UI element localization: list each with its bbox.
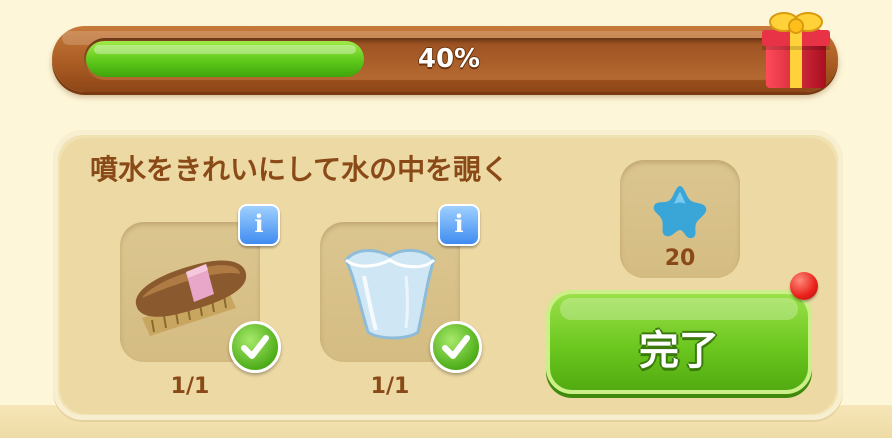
item-info-button[interactable]: i — [438, 204, 480, 246]
glass-vase-icon — [344, 249, 436, 340]
task-title: 噴水をきれいにして水の中を覗く — [90, 153, 510, 186]
progress-fill — [86, 41, 364, 77]
complete-button-label: 完了 — [639, 328, 719, 374]
progress-label: 40% — [417, 44, 481, 74]
item-count: 1/1 — [370, 374, 410, 399]
notification-dot — [790, 272, 818, 300]
reward-amount: 20 — [664, 246, 696, 271]
item-count: 1/1 — [170, 374, 210, 399]
blue-star-icon — [653, 186, 707, 238]
check-icon — [430, 321, 482, 373]
complete-button[interactable]: 完了 — [546, 290, 812, 394]
check-icon — [229, 321, 281, 373]
gift-box-icon[interactable] — [760, 6, 832, 90]
item-info-button[interactable]: i — [238, 204, 280, 246]
